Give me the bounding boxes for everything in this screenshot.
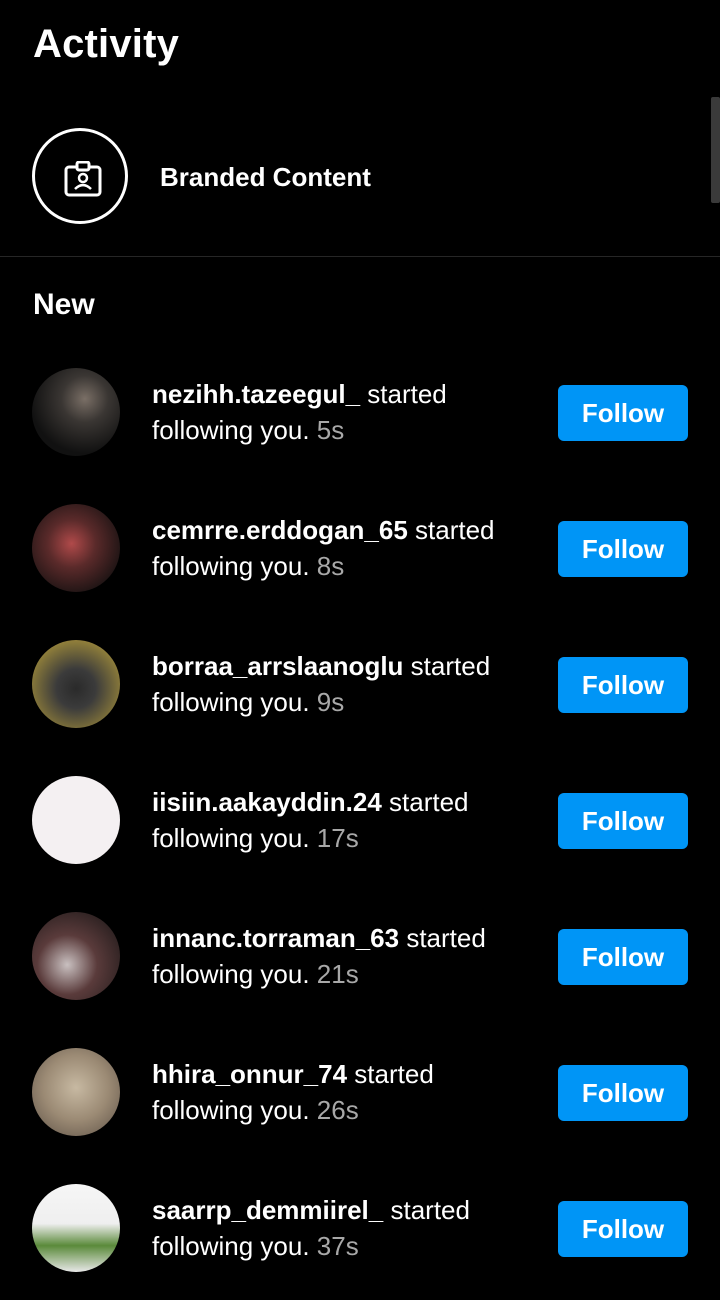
avatar[interactable]	[32, 640, 120, 728]
notification-text: saarrp_demmiirel_ started following you.…	[152, 1192, 532, 1264]
follow-text: following you.	[152, 551, 310, 581]
action-text: started	[354, 1059, 434, 1089]
username-link[interactable]: nezihh.tazeegul_	[152, 379, 360, 409]
follow-button[interactable]: Follow	[558, 793, 688, 849]
branded-content-icon-circle	[32, 128, 128, 224]
list-item: innanc.torraman_63 started following you…	[0, 912, 720, 1048]
follow-button[interactable]: Follow	[558, 1201, 688, 1257]
timestamp: 5s	[316, 415, 345, 445]
follow-text: following you.	[152, 415, 310, 445]
action-text: started	[415, 515, 495, 545]
timestamp: 17s	[316, 823, 359, 853]
badge-icon	[64, 161, 102, 197]
divider	[0, 256, 720, 257]
branded-content-label: Branded Content	[160, 162, 371, 192]
list-item: borraa_arrslaanoglu started following yo…	[0, 640, 720, 776]
action-text: started	[406, 923, 486, 953]
timestamp: 26s	[316, 1095, 359, 1125]
notification-text: hhira_onnur_74 started following you. 26…	[152, 1056, 532, 1128]
list-item: saarrp_demmiirel_ started following you.…	[0, 1184, 720, 1300]
notification-text: iisiin.aakayddin.24 started following yo…	[152, 784, 532, 856]
notification-list: nezihh.tazeegul_ started following you. …	[0, 368, 720, 1300]
avatar[interactable]	[32, 1184, 120, 1272]
avatar[interactable]	[32, 776, 120, 864]
page-title: Activity	[33, 22, 180, 66]
avatar[interactable]	[32, 368, 120, 456]
notification-text: innanc.torraman_63 started following you…	[152, 920, 532, 992]
timestamp: 8s	[316, 551, 345, 581]
follow-button[interactable]: Follow	[558, 1065, 688, 1121]
username-link[interactable]: iisiin.aakayddin.24	[152, 787, 382, 817]
action-text: started	[367, 379, 447, 409]
follow-button[interactable]: Follow	[558, 657, 688, 713]
avatar[interactable]	[32, 912, 120, 1000]
header: Activity	[33, 18, 179, 70]
action-text: started	[390, 1195, 470, 1225]
follow-text: following you.	[152, 959, 310, 989]
branded-content-item[interactable]: Branded Content	[0, 128, 720, 228]
follow-button[interactable]: Follow	[558, 929, 688, 985]
username-link[interactable]: innanc.torraman_63	[152, 923, 399, 953]
follow-button[interactable]: Follow	[558, 521, 688, 577]
list-item: iisiin.aakayddin.24 started following yo…	[0, 776, 720, 912]
list-item: hhira_onnur_74 started following you. 26…	[0, 1048, 720, 1184]
follow-text: following you.	[152, 1095, 310, 1125]
notification-text: nezihh.tazeegul_ started following you. …	[152, 376, 532, 448]
timestamp: 37s	[316, 1231, 359, 1261]
follow-button[interactable]: Follow	[558, 385, 688, 441]
avatar[interactable]	[32, 504, 120, 592]
follow-text: following you.	[152, 1231, 310, 1261]
list-item: nezihh.tazeegul_ started following you. …	[0, 368, 720, 504]
action-text: started	[389, 787, 469, 817]
action-text: started	[410, 651, 491, 681]
section-title-new: New	[33, 288, 95, 321]
list-item: cemrre.erddogan_65 started following you…	[0, 504, 720, 640]
username-link[interactable]: hhira_onnur_74	[152, 1059, 347, 1089]
username-link[interactable]: saarrp_demmiirel_	[152, 1195, 383, 1225]
notification-text: cemrre.erddogan_65 started following you…	[152, 512, 532, 584]
follow-text: following you.	[152, 823, 310, 853]
follow-text: following you.	[152, 687, 310, 717]
timestamp: 21s	[316, 959, 359, 989]
username-link[interactable]: borraa_arrslaanoglu	[152, 651, 403, 681]
notification-text: borraa_arrslaanoglu started following yo…	[152, 648, 532, 720]
username-link[interactable]: cemrre.erddogan_65	[152, 515, 408, 545]
timestamp: 9s	[316, 687, 345, 717]
activity-page: Activity Branded Content New nezihh.taze…	[0, 0, 720, 1300]
avatar[interactable]	[32, 1048, 120, 1136]
